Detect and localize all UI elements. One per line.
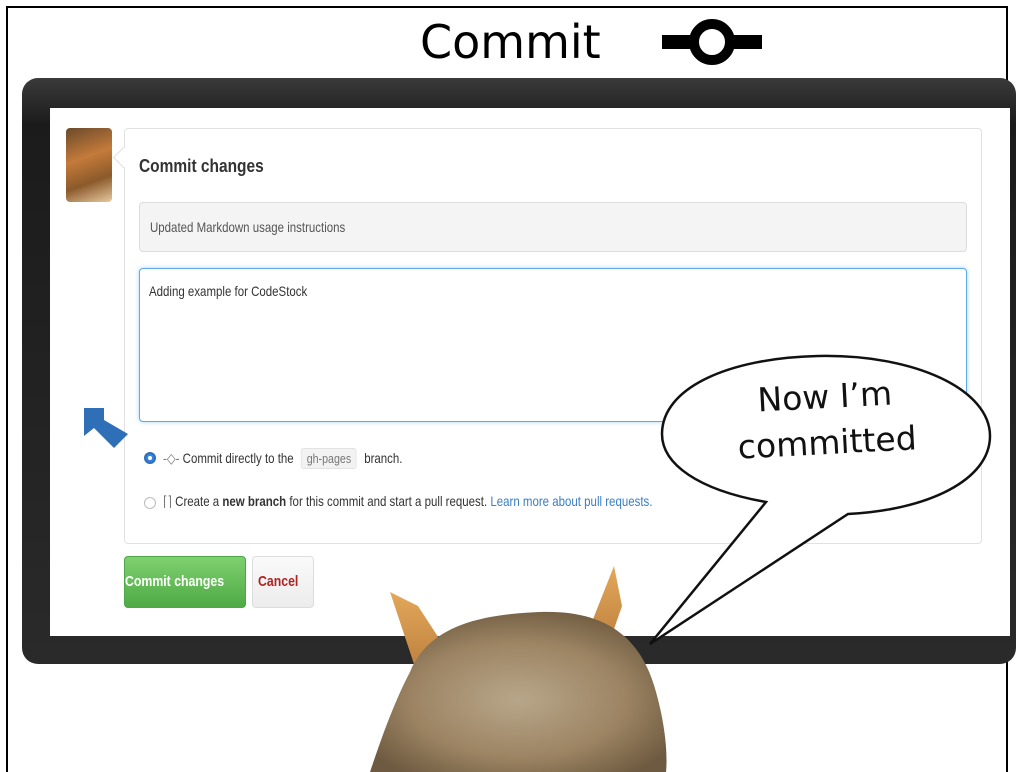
pull-request-icon: ⌈⌉ (163, 493, 172, 509)
option-new-prefix: Create a (175, 493, 220, 509)
option-commit-direct[interactable]: -◇- Commit directly to the gh-pages bran… (163, 448, 455, 469)
learn-more-link[interactable]: Learn more about pull requests. (490, 493, 652, 509)
option-direct-prefix: Commit directly to the (182, 450, 294, 466)
radio-new-branch[interactable] (144, 497, 156, 509)
speech-bubble-text: Now I’m committed (704, 368, 948, 472)
commit-heading: Commit changes (139, 156, 264, 176)
commit-button-label: Commit changes (125, 573, 225, 590)
cancel-button-label: Cancel (258, 573, 299, 590)
user-avatar (66, 128, 112, 202)
option-new-middle: for this commit and start a pull request… (289, 493, 488, 509)
commit-changes-button[interactable]: Commit changes (124, 556, 246, 608)
squirrel-head-image (370, 566, 667, 772)
commit-branch-icon: -◇- (163, 450, 180, 466)
radio-commit-direct[interactable] (144, 452, 156, 464)
commit-description-value: Adding example for CodeStock (149, 283, 308, 299)
branch-name: gh-pages (300, 448, 357, 469)
cancel-button[interactable]: Cancel (252, 556, 314, 608)
commit-summary-value: Updated Markdown usage instructions (150, 219, 346, 235)
git-commit-icon (662, 19, 762, 65)
pointer-arrow-icon (84, 408, 128, 448)
commit-summary-input[interactable]: Updated Markdown usage instructions (139, 202, 967, 252)
option-new-bold: new branch (222, 493, 287, 509)
option-direct-suffix: branch. (364, 450, 403, 466)
slide-title: Commit (420, 15, 601, 69)
